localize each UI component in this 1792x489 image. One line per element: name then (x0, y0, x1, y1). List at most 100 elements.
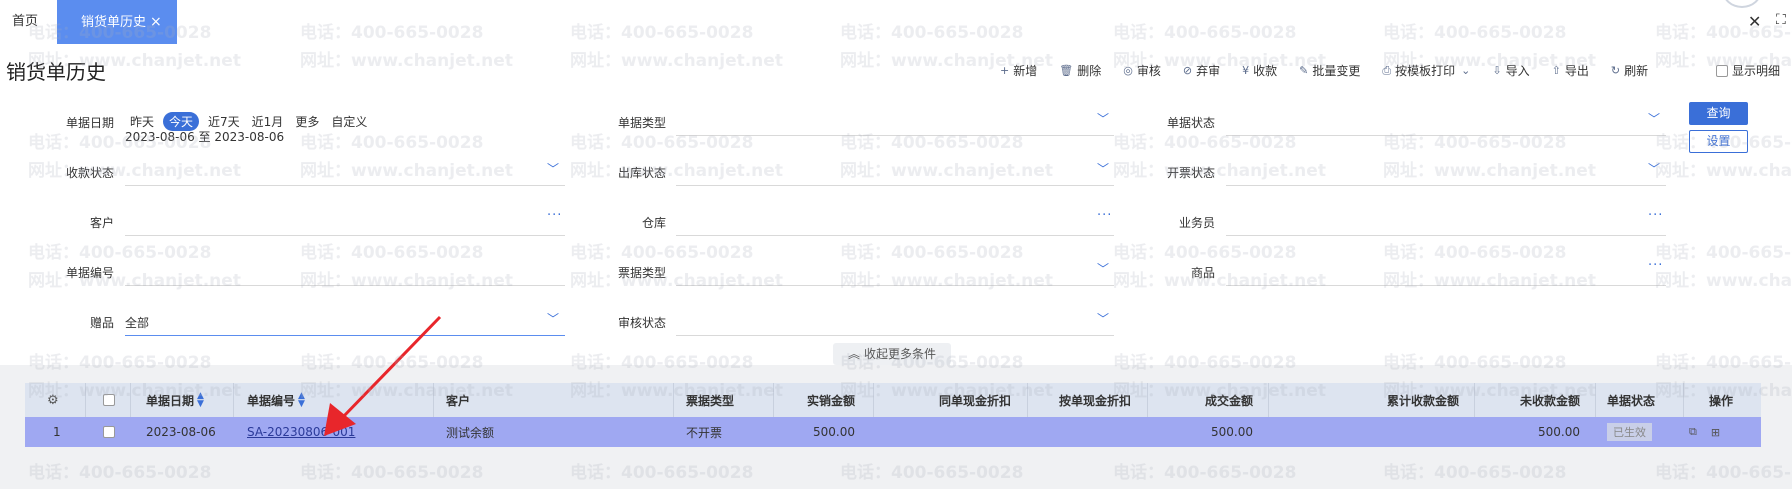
doc-no-link[interactable]: SA-20230806-001 (247, 425, 355, 439)
header-customer[interactable]: 客户 (446, 383, 470, 417)
watermark-phone: 电话：400-665-0028 (300, 463, 484, 483)
tab-home[interactable]: 首页 (12, 0, 38, 44)
sort-icon[interactable]: ▲ ▼ (197, 392, 204, 409)
customer-label: 客户 (89, 216, 114, 230)
refresh-button[interactable]: ↻ 刷新 (1611, 62, 1648, 79)
audit-status-label: 审核状态 (617, 316, 666, 330)
chevron-down-icon[interactable]: ﹀ (1097, 310, 1109, 327)
header-doc-date-label: 单据日期 (146, 393, 195, 408)
chevron-down-icon[interactable]: ﹀ (1648, 160, 1660, 177)
header-per-cash-discount[interactable]: 按单现金折扣 (1027, 383, 1131, 417)
unreview-button[interactable]: ⊘ 弃审 (1183, 62, 1220, 79)
date-pill-more[interactable]: 更多 (292, 112, 322, 131)
window-close-icon[interactable]: ✕ (1748, 12, 1761, 31)
header-deal-amount[interactable]: 成交金额 (1147, 383, 1253, 417)
print-button[interactable]: ⎙ 按模板打印 ⌄ (1382, 62, 1470, 79)
settings-button[interactable]: 设置 (1689, 130, 1748, 153)
date-range-value[interactable]: 2023-08-06 至 2023-08-06 (125, 128, 284, 145)
delete-button[interactable]: 🗑 删除 (1059, 62, 1101, 79)
import-label: 导入 (1505, 64, 1530, 78)
chevron-down-icon: ⌄ (1461, 64, 1471, 77)
customer-input[interactable] (125, 235, 565, 236)
tab-bar: 首页 销货单历史 × ✕ ⛶ (0, 0, 1792, 44)
review-button[interactable]: ◎ 审核 (1123, 62, 1161, 79)
collapse-label: 收起更多条件 (864, 347, 937, 361)
printer-icon: ⎙ (1382, 63, 1392, 77)
header-doc-no[interactable]: 单据编号 ▲ ▼ (247, 383, 305, 417)
import-icon: ⇩ (1492, 64, 1502, 77)
more-ops-icon[interactable]: ⊞ (1711, 426, 1720, 439)
header-operation: 操作 (1709, 393, 1734, 408)
add-button[interactable]: + 新增 (1000, 62, 1037, 79)
print-label: 按模板打印 (1395, 64, 1456, 78)
import-button[interactable]: ⇩ 导入 (1492, 62, 1529, 79)
view-detail-icon[interactable]: ⧉ (1689, 425, 1697, 439)
collapse-conditions-button[interactable]: ︽ 收起更多条件 (833, 343, 951, 365)
show-detail-checkbox[interactable]: 显示明细 (1716, 62, 1780, 79)
table-header: ⚙ 单据日期 ▲ ▼ 单据编号 ▲ ▼ 客户 票据类型 实销金额 同单现金折扣 按单现金… (25, 383, 1761, 417)
batch-change-button[interactable]: ✎ 批量变更 (1299, 62, 1360, 79)
header-cum-received[interactable]: 累计收款金额 (1268, 383, 1459, 417)
header-status[interactable]: 单据状态 (1607, 383, 1655, 417)
more-icon[interactable]: ··· (1648, 208, 1663, 223)
row-ticket-type: 不开票 (686, 425, 723, 440)
refresh-label: 刷新 (1624, 64, 1649, 78)
audit-status-select[interactable] (676, 335, 1114, 336)
select-all-checkbox[interactable] (103, 383, 119, 417)
warehouse-label: 仓库 (641, 216, 666, 230)
avatar[interactable] (1722, 0, 1762, 8)
doc-no-input[interactable] (125, 285, 565, 286)
row-operations: ⧉ ⊞ (1689, 417, 1734, 447)
more-icon[interactable]: ··· (547, 208, 562, 223)
header-ticket-type[interactable]: 票据类型 (686, 383, 734, 417)
plus-icon: + (1000, 64, 1010, 77)
header-actual-amount[interactable]: 实销金额 (773, 383, 855, 417)
outbound-status-select[interactable] (676, 185, 1114, 186)
watermark-phone: 电话：400-665-0028 (1113, 463, 1297, 483)
toolbar: + 新增 🗑 删除 ◎ 审核 ⊘ 弃审 ¥ 收款 ✎ 批量变更 ⎙ 按模板打印 ⌄ ⇩ 导入 ⇧ 导… (1000, 62, 1670, 79)
fullscreen-icon[interactable]: ⛶ (1776, 12, 1786, 28)
gift-select[interactable] (125, 335, 565, 336)
tab-sales-history[interactable]: 销货单历史 × (57, 0, 177, 44)
chevron-down-icon[interactable]: ﹀ (547, 310, 559, 327)
sort-icon[interactable]: ▲ ▼ (298, 392, 305, 409)
column-settings-icon[interactable]: ⚙ (47, 383, 59, 417)
warehouse-input[interactable] (676, 235, 1114, 236)
export-button[interactable]: ⇧ 导出 (1552, 62, 1589, 79)
chevron-up-icon: ︽ (847, 347, 860, 361)
page-title: 销货单历史 (6, 60, 106, 84)
query-button[interactable]: 查询 (1689, 102, 1748, 125)
header-unreceived[interactable]: 未收款金额 (1474, 383, 1580, 417)
receive-button[interactable]: ¥ 收款 (1242, 62, 1277, 79)
salesperson-label: 业务员 (1178, 216, 1215, 230)
gift-value[interactable]: 全部 (125, 314, 149, 331)
batch-change-label: 批量变更 (1312, 64, 1361, 78)
chevron-down-icon[interactable]: ﹀ (1097, 110, 1109, 127)
receipt-status-select[interactable] (125, 185, 565, 186)
table-row[interactable]: 1 2023-08-06 SA-20230806-001 测试余额 不开票 50… (25, 417, 1761, 447)
filter-panel: 单据日期 昨天 今天 近7天 近1月 更多 自定义 2023-08-06 至 2… (0, 90, 1792, 365)
header-doc-date[interactable]: 单据日期 ▲ ▼ (146, 383, 204, 417)
tab-close-icon[interactable]: × (150, 14, 162, 30)
watermark-phone: 电话：400-665-0028 (840, 463, 1024, 483)
chevron-down-icon[interactable]: ﹀ (547, 160, 559, 177)
date-pill-custom[interactable]: 自定义 (328, 112, 370, 131)
salesperson-input[interactable] (1226, 235, 1666, 236)
ticket-type-select[interactable] (676, 285, 1114, 286)
doc-date-label: 单据日期 (65, 116, 114, 130)
more-icon[interactable]: ··· (1097, 208, 1112, 223)
doc-status-select[interactable] (1226, 135, 1666, 136)
row-status: 已生效 (1607, 417, 1652, 447)
more-icon[interactable]: ··· (1648, 258, 1663, 273)
chevron-down-icon[interactable]: ﹀ (1097, 160, 1109, 177)
row-doc-no-link[interactable]: SA-20230806-001 (247, 417, 355, 447)
chevron-down-icon[interactable]: ﹀ (1648, 110, 1660, 127)
doc-type-select[interactable] (676, 135, 1114, 136)
header-same-cash-discount[interactable]: 同单现金折扣 (873, 383, 1011, 417)
unreview-label: 弃审 (1196, 64, 1221, 78)
row-checkbox[interactable] (103, 417, 119, 447)
goods-input[interactable] (1226, 285, 1666, 286)
checkbox-box[interactable] (1716, 64, 1728, 77)
chevron-down-icon[interactable]: ﹀ (1097, 260, 1109, 277)
invoice-status-select[interactable] (1226, 185, 1666, 186)
